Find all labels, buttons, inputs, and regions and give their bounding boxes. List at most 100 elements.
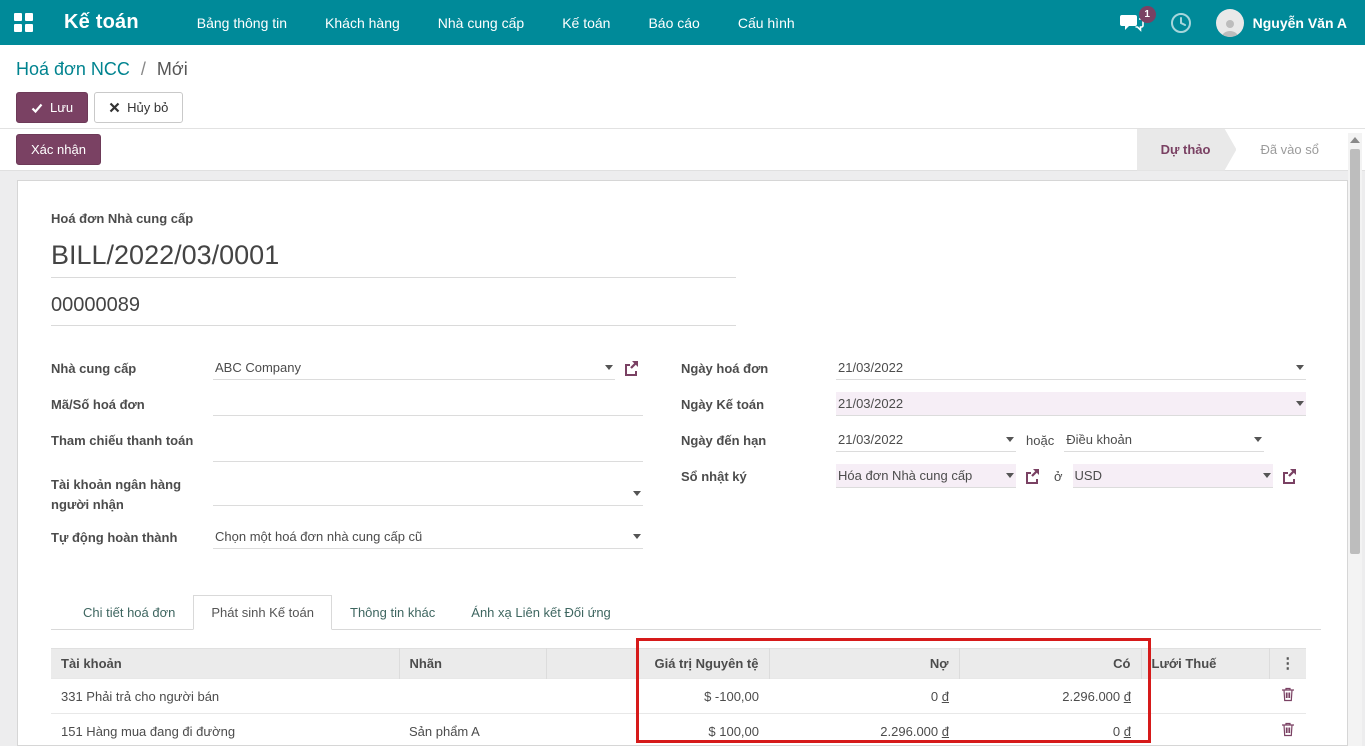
vendor-row: Nhà cung cấp ABC Company	[51, 356, 643, 382]
status-posted[interactable]: Đã vào sổ	[1236, 129, 1339, 171]
vertical-scrollbar[interactable]	[1348, 133, 1362, 746]
journal-external-link-icon[interactable]	[1024, 468, 1040, 484]
chevron-down-icon[interactable]	[605, 365, 613, 370]
payment-terms-placeholder: Điều khoản	[1066, 432, 1248, 447]
confirm-button[interactable]: Xác nhận	[16, 134, 101, 165]
message-count-badge[interactable]: 1	[1139, 6, 1156, 23]
table-row[interactable]: 331 Phải trả cho người bán $ -100,00 0 đ…	[51, 679, 1306, 714]
payment-terms-input[interactable]: Điều khoản	[1064, 428, 1264, 452]
invoice-date-label: Ngày hoá đơn	[681, 356, 836, 379]
col-currency-value[interactable]: Giá trị Nguyên tệ	[636, 649, 769, 679]
chevron-down-icon[interactable]	[1296, 365, 1304, 370]
recipient-bank-input[interactable]	[213, 482, 643, 506]
cell-tax-grid[interactable]	[1141, 714, 1269, 746]
app-title[interactable]: Kế toán	[64, 11, 139, 34]
bill-reference-input[interactable]	[213, 392, 643, 416]
due-date-row: Ngày đến hạn 21/03/2022 hoặc Điều khoản	[681, 428, 1306, 454]
breadcrumb-current: Mới	[157, 59, 188, 79]
delete-row-button[interactable]	[1281, 687, 1295, 705]
discard-button[interactable]: Hủy bỏ	[94, 92, 183, 123]
chevron-down-icon[interactable]	[1296, 401, 1304, 406]
col-tax-grid[interactable]: Lưới Thuế	[1141, 649, 1269, 679]
discard-label: Hủy bỏ	[127, 100, 168, 115]
bill-reference-row: Mã/Số hoá đơn	[51, 392, 643, 418]
chevron-down-icon[interactable]	[1254, 437, 1262, 442]
cell-label[interactable]: Sản phẩm A	[399, 714, 546, 746]
cell-label[interactable]	[399, 679, 546, 714]
cell-tax-grid[interactable]	[1141, 679, 1269, 714]
cell-account[interactable]: 331 Phải trả cho người bán	[51, 679, 399, 714]
col-label[interactable]: Nhãn	[399, 649, 546, 679]
chevron-down-icon[interactable]	[1006, 437, 1014, 442]
invoice-date-input[interactable]: 21/03/2022	[836, 356, 1306, 380]
accounting-date-row: Ngày Kế toán 21/03/2022	[681, 392, 1306, 418]
menu-accounting[interactable]: Kế toán	[562, 15, 610, 31]
menu-dashboard[interactable]: Bảng thông tin	[197, 15, 287, 31]
tab-other-info[interactable]: Thông tin khác	[332, 595, 453, 630]
status-draft[interactable]: Dự thảo	[1137, 129, 1237, 171]
control-panel: Hoá đơn NCC / Mới Lưu Hủy bỏ	[0, 45, 1365, 129]
apps-grid-icon[interactable]	[14, 13, 34, 33]
col-credit[interactable]: Có	[959, 649, 1141, 679]
tab-journal-items[interactable]: Phát sinh Kế toán	[193, 595, 332, 630]
accounting-date-input[interactable]: 21/03/2022	[836, 392, 1306, 416]
trash-icon	[1281, 687, 1295, 702]
user-menu[interactable]: Nguyễn Văn A	[1216, 9, 1347, 37]
delete-row-button[interactable]	[1281, 722, 1295, 740]
menu-reports[interactable]: Báo cáo	[648, 15, 699, 31]
currency-value: USD	[1075, 468, 1257, 483]
vendor-input[interactable]: ABC Company	[213, 356, 615, 380]
scrollbar-thumb[interactable]	[1350, 149, 1360, 554]
messages-icon[interactable]: 1	[1120, 12, 1146, 34]
chevron-down-icon[interactable]	[633, 491, 641, 496]
recipient-bank-label: Tài khoản ngân hàng người nhận	[51, 472, 213, 515]
optional-columns-button[interactable]: ⋮	[1269, 649, 1306, 679]
left-field-group: Nhà cung cấp ABC Company Mã/Số hoá	[51, 356, 643, 561]
tab-counterpart-mapping[interactable]: Ánh xạ Liên kết Đối ứng	[453, 595, 629, 630]
cell-currency-value[interactable]: $ 100,00	[636, 714, 769, 746]
chevron-down-icon[interactable]	[1263, 473, 1271, 478]
breadcrumb-separator: /	[141, 59, 146, 79]
control-panel-buttons: Lưu Hủy bỏ	[16, 92, 1349, 123]
accounting-date-value: 21/03/2022	[838, 396, 1290, 411]
chevron-down-icon[interactable]	[633, 534, 641, 539]
due-date-input[interactable]: 21/03/2022	[836, 428, 1016, 452]
save-button[interactable]: Lưu	[16, 92, 88, 123]
close-icon	[109, 102, 120, 113]
auto-complete-input[interactable]: Chọn một hoá đơn nhà cung cấp cũ	[213, 525, 643, 549]
cell-currency-value[interactable]: $ -100,00	[636, 679, 769, 714]
vendor-label: Nhà cung cấp	[51, 356, 213, 379]
kebab-icon: ⋮	[1280, 655, 1295, 672]
tab-invoice-lines[interactable]: Chi tiết hoá đơn	[65, 595, 193, 630]
dong-symbol: đ	[1124, 689, 1131, 704]
menu-vendors[interactable]: Nhà cung cấp	[438, 15, 524, 31]
payment-reference-row: Tham chiếu thanh toán	[51, 428, 643, 462]
debit-amount: 0	[931, 689, 938, 704]
payment-reference-input[interactable]	[213, 438, 643, 462]
auto-complete-row: Tự động hoàn thành Chọn một hoá đơn nhà …	[51, 525, 643, 551]
dong-symbol: đ	[942, 724, 949, 739]
cell-account[interactable]: 151 Hàng mua đang đi đường	[51, 714, 399, 746]
menu-settings[interactable]: Cấu hình	[738, 15, 795, 31]
col-account[interactable]: Tài khoản	[51, 649, 399, 679]
document-number-input[interactable]: 00000089	[51, 278, 736, 326]
currency-external-link-icon[interactable]	[1281, 468, 1297, 484]
table-row[interactable]: 151 Hàng mua đang đi đường Sản phẩm A $ …	[51, 714, 1306, 746]
journal-input[interactable]: Hóa đơn Nhà cung cấp	[836, 464, 1016, 488]
cell-credit[interactable]: 2.296.000 đ	[959, 679, 1141, 714]
cell-debit[interactable]: 0 đ	[769, 679, 959, 714]
menu-customers[interactable]: Khách hàng	[325, 15, 400, 31]
activities-clock-icon[interactable]	[1170, 12, 1192, 34]
cell-credit[interactable]: 0 đ	[959, 714, 1141, 746]
col-debit[interactable]: Nợ	[769, 649, 959, 679]
scroll-up-arrow-icon[interactable]	[1350, 137, 1360, 143]
cell-debit[interactable]: 2.296.000 đ	[769, 714, 959, 746]
vendor-value: ABC Company	[215, 360, 599, 375]
currency-input[interactable]: USD	[1073, 464, 1273, 488]
due-date-value: 21/03/2022	[838, 432, 1000, 447]
breadcrumb-parent[interactable]: Hoá đơn NCC	[16, 59, 130, 79]
journal-label: Sổ nhật ký	[681, 464, 836, 487]
vendor-external-link-icon[interactable]	[623, 360, 639, 376]
chevron-down-icon[interactable]	[1006, 473, 1014, 478]
document-name-input[interactable]: BILL/2022/03/0001	[51, 226, 736, 278]
